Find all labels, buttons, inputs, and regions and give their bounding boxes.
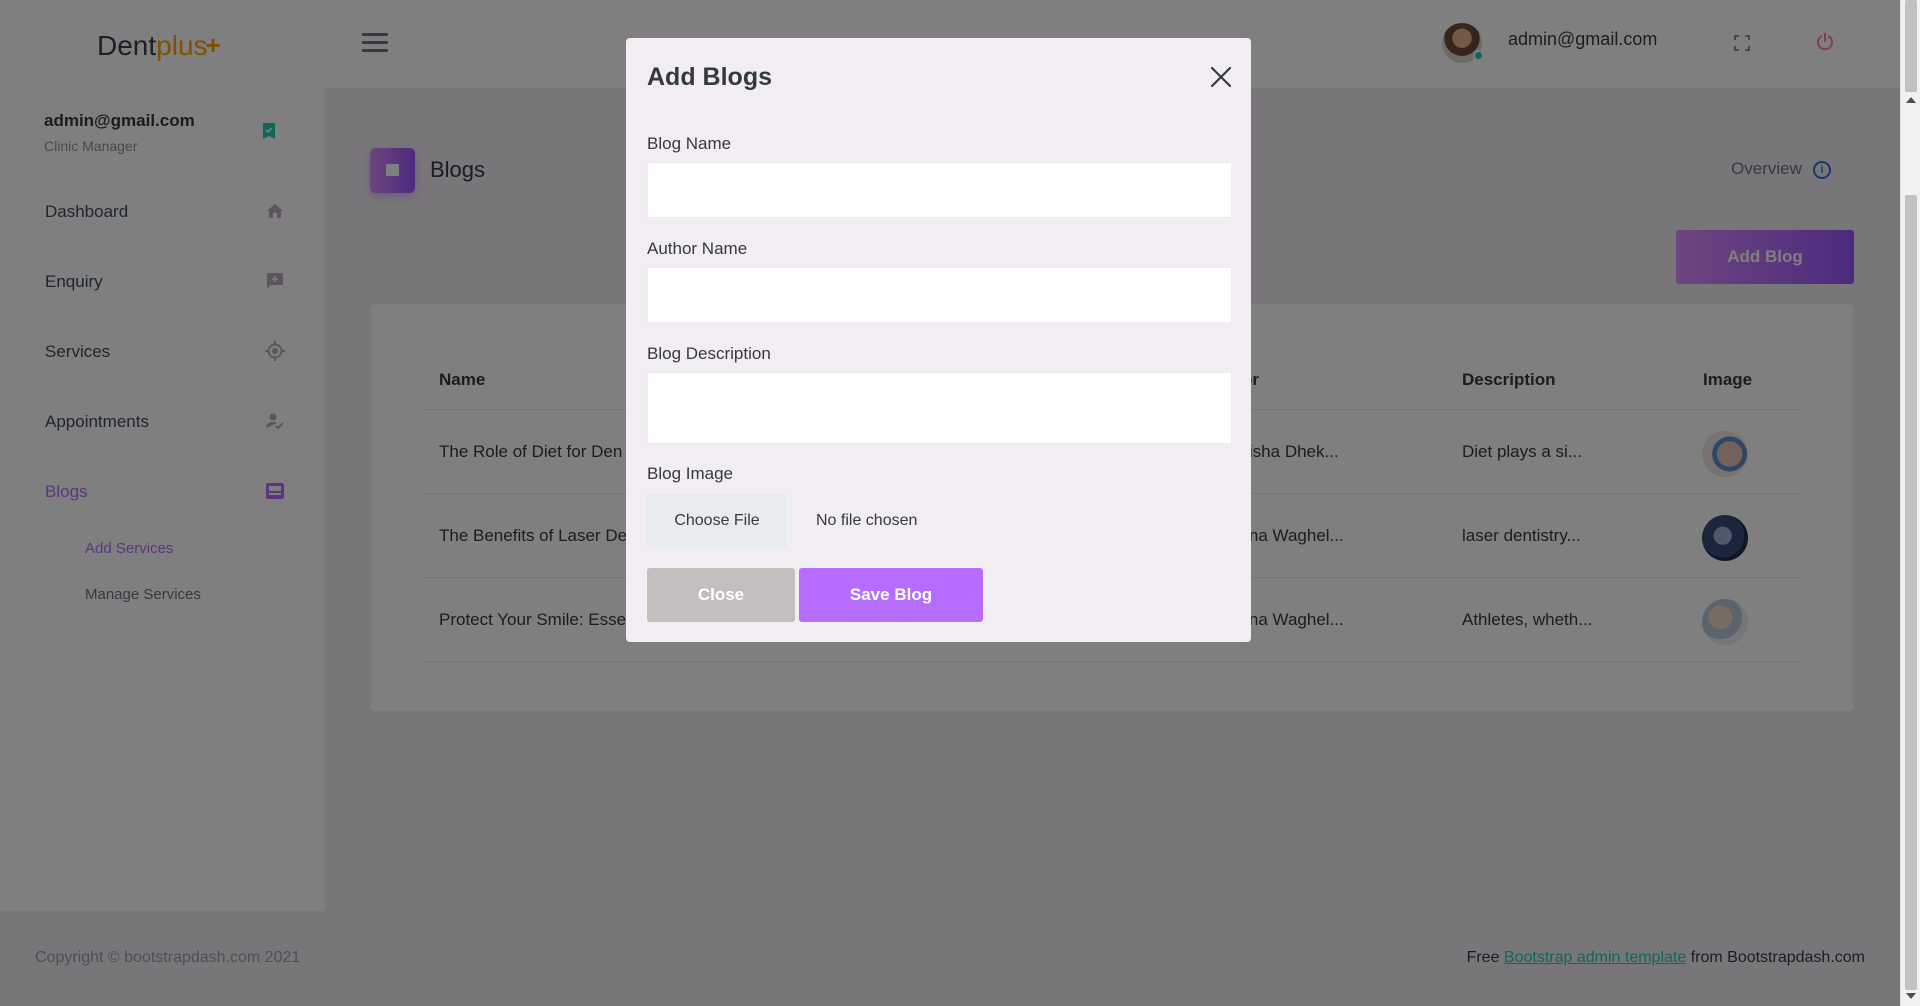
add-blog-modal: Add Blogs Blog Name Author Name Blog Des… [626,38,1251,642]
scrollbar-track-thumb[interactable] [1905,195,1917,990]
modal-title: Add Blogs [647,63,772,91]
blog-description-label: Blog Description [647,344,771,363]
blog-name-label: Blog Name [647,134,732,153]
close-button[interactable]: Close [647,568,795,622]
close-icon[interactable] [1209,65,1233,89]
blog-description-input[interactable] [647,372,1232,444]
file-status-text: No file chosen [816,512,918,529]
author-name-input[interactable] [647,267,1232,323]
scrollbar-thumb[interactable] [1905,0,1917,92]
author-name-label: Author Name [647,239,748,258]
scroll-up-arrow-icon[interactable] [1906,97,1916,103]
blog-image-label: Blog Image [647,464,733,483]
blog-name-input[interactable] [647,162,1232,218]
scroll-down-arrow-icon[interactable] [1906,993,1916,999]
save-blog-button[interactable]: Save Blog [799,568,983,622]
page-scrollbar[interactable] [1900,0,1920,1006]
choose-file-button[interactable]: Choose File [647,494,787,548]
